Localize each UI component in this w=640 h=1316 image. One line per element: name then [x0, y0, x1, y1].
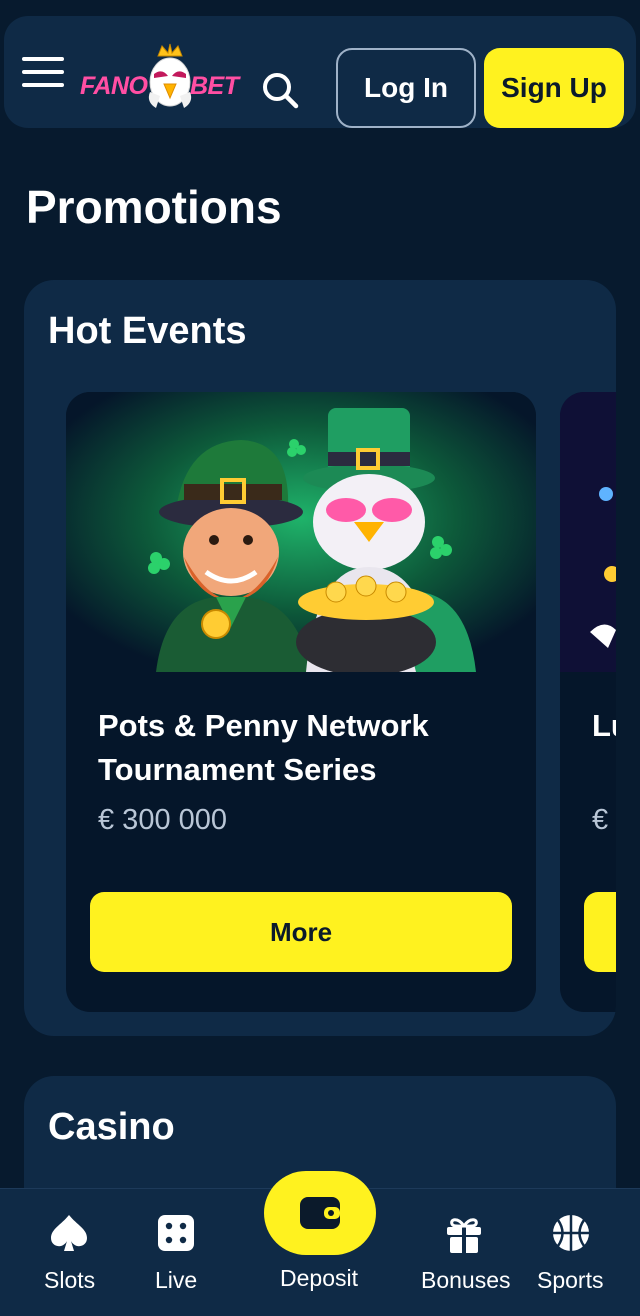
promo-card[interactable]: Lu C €	[560, 392, 616, 1012]
logo-text-right: BET	[190, 72, 239, 100]
section-title-hot-events: Hot Events	[48, 310, 247, 352]
promo-card-title: Pots & Penny Network Tournament Series	[98, 708, 429, 787]
deposit-button[interactable]	[264, 1171, 376, 1255]
promo-card-image	[560, 392, 616, 672]
nav-label-sports: Sports	[537, 1267, 604, 1293]
gift-icon	[447, 1218, 481, 1253]
leprechaun-promo-image	[66, 392, 536, 672]
bottom-navigation: Slots Live Deposit Bonuses Sports	[0, 1171, 640, 1316]
spade-icon	[51, 1215, 87, 1251]
nav-item-bonuses[interactable]: Bonuses	[418, 1189, 511, 1316]
hot-events-section: Hot Events Pots & Penny Network Tourname…	[24, 280, 616, 1036]
promotions-page: FANO BET Log In Sign Up Promotions Hot E…	[0, 0, 640, 1316]
dice-icon	[158, 1215, 194, 1251]
promo-card-prize: € 300 000	[98, 804, 228, 836]
section-title-casino: Casino	[48, 1106, 175, 1148]
promo-card-title: Lu C	[592, 708, 616, 743]
search-icon[interactable]	[260, 70, 300, 110]
nav-label-deposit: Deposit	[280, 1265, 358, 1291]
menu-icon[interactable]	[22, 55, 64, 89]
promo-card-prize: €	[592, 804, 609, 836]
promo-card[interactable]: Pots & Penny Network Tournament Series €…	[66, 392, 536, 1012]
more-button[interactable]	[584, 892, 616, 972]
login-button[interactable]: Log In	[336, 48, 476, 128]
more-button[interactable]: More	[90, 892, 512, 972]
logo-text-left: FANO	[80, 72, 148, 100]
nav-item-deposit[interactable]: Deposit	[270, 1263, 370, 1303]
nav-item-sports[interactable]: Sports	[534, 1189, 608, 1316]
wallet-icon	[300, 1197, 340, 1229]
nav-item-live[interactable]: Live	[148, 1189, 204, 1316]
page-title: Promotions	[26, 181, 282, 233]
nav-label-slots: Slots	[44, 1267, 96, 1293]
eagle-mascot-icon	[148, 43, 192, 108]
nav-label-live: Live	[155, 1267, 198, 1293]
top-header: FANO BET Log In Sign Up	[4, 16, 636, 128]
nav-label-bonuses: Bonuses	[421, 1267, 511, 1293]
nav-item-slots[interactable]: Slots	[34, 1189, 104, 1316]
basketball-icon	[553, 1215, 589, 1251]
brand-logo[interactable]: FANO BET	[78, 40, 242, 116]
signup-button[interactable]: Sign Up	[484, 48, 624, 128]
